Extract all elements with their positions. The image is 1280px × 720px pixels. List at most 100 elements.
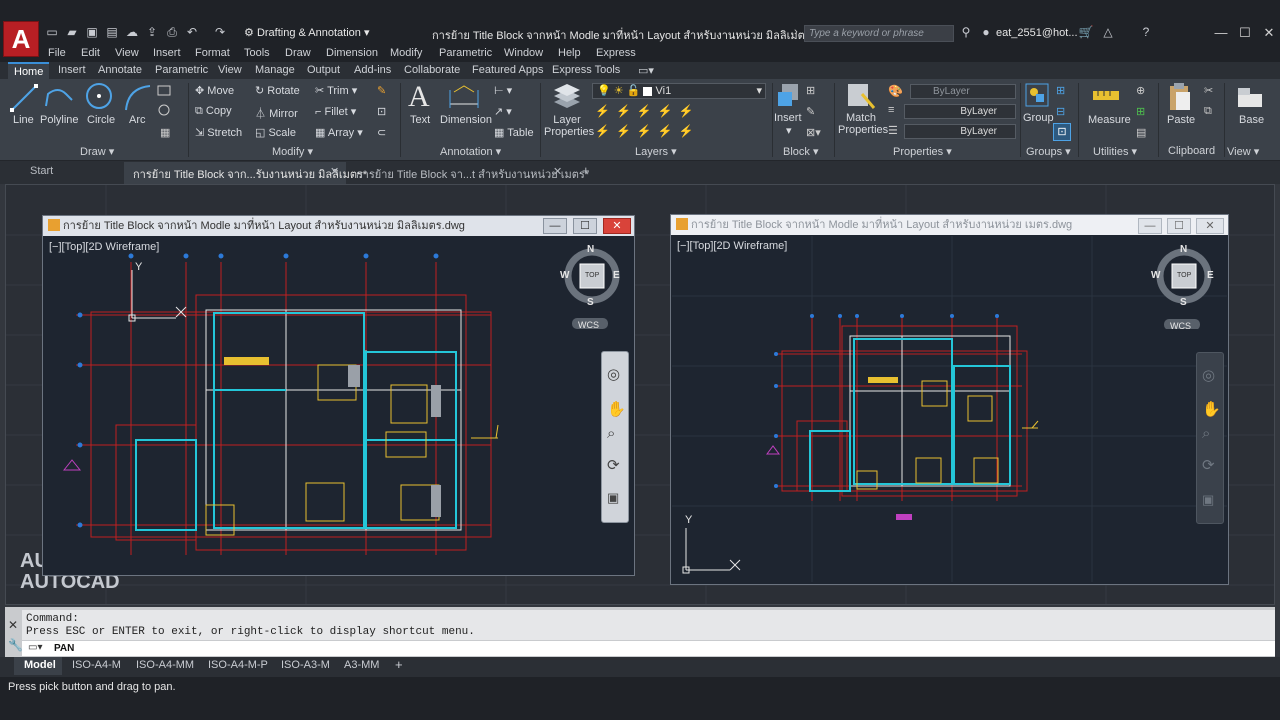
group-select-toggle[interactable]: ⊡ xyxy=(1053,123,1071,141)
linetype-dropdown[interactable]: ByLayer xyxy=(904,104,1016,119)
command-prompt-icon[interactable]: ▭▾ xyxy=(28,642,42,653)
mirror-button[interactable]: ⏃ Mirror xyxy=(255,105,298,121)
insert-button[interactable]: Insert xyxy=(774,112,802,124)
menu-tools[interactable]: Tools xyxy=(244,47,270,59)
select-all-icon[interactable]: ⊞ xyxy=(1136,105,1145,118)
binoculars-icon[interactable]: ⚲ xyxy=(958,25,974,40)
maximize-button[interactable]: ☐ xyxy=(1234,24,1256,42)
edit-block-icon[interactable]: ✎ xyxy=(806,105,815,118)
erase-icon[interactable]: ✎ xyxy=(377,84,386,97)
cut-icon[interactable]: ✂ xyxy=(1204,84,1213,97)
copy-clip-icon[interactable]: ⧉ xyxy=(1204,105,1212,118)
arc-button[interactable]: Arc xyxy=(129,114,146,126)
stretch-button[interactable]: ⇲ Stretch xyxy=(195,126,242,139)
tab-express-tools[interactable]: Express Tools xyxy=(552,64,620,76)
user-account[interactable]: eat_2551@hot... xyxy=(996,27,1078,39)
calculator-icon[interactable]: ▤ xyxy=(1136,126,1146,139)
fillet-button[interactable]: ⌐ Fillet ▾ xyxy=(315,105,356,118)
attribute-icon[interactable]: ⊠▾ xyxy=(806,126,821,139)
view-panel-title[interactable]: View ▾ xyxy=(1227,145,1259,158)
viewcube-west[interactable]: W xyxy=(1151,270,1160,281)
polyline-button[interactable]: Polyline xyxy=(40,114,79,126)
layer-dropdown[interactable]: 💡 ☀ 🔓 Vi1 ▾ xyxy=(592,83,766,99)
wcs-menu[interactable]: WCS xyxy=(578,320,599,330)
tab-add-ins[interactable]: Add-ins xyxy=(354,64,391,76)
command-input[interactable]: PAN xyxy=(22,641,1275,656)
viewcube[interactable] xyxy=(560,243,624,329)
menu-modify[interactable]: Modify xyxy=(390,47,422,59)
steering-wheel-icon[interactable]: ◎ xyxy=(607,365,620,383)
layer-tools-row1[interactable]: ⚡⚡⚡⚡⚡ xyxy=(595,104,700,118)
block-panel-title[interactable]: Block ▾ xyxy=(783,145,818,158)
tab-view[interactable]: View xyxy=(218,64,242,76)
a360-icon[interactable]: △ xyxy=(1100,25,1116,40)
tab-home[interactable]: Home xyxy=(8,62,50,80)
clipboard-panel-title[interactable]: Clipboard xyxy=(1168,145,1215,157)
undo-icon[interactable]: ↶ xyxy=(184,25,200,40)
close-icon[interactable]: ✕ xyxy=(330,165,339,178)
menu-format[interactable]: Format xyxy=(195,47,230,59)
cloud-icon[interactable]: ☁ xyxy=(124,25,140,40)
groups-panel-title[interactable]: Groups ▾ xyxy=(1026,145,1071,158)
annotation-panel-title[interactable]: Annotation ▾ xyxy=(440,145,501,158)
create-block-icon[interactable]: ⊞ xyxy=(806,84,815,97)
redo-icon[interactable]: ↷ xyxy=(212,25,228,40)
menu-dimension[interactable]: Dimension xyxy=(326,47,378,59)
tab-output[interactable]: Output xyxy=(307,64,340,76)
menu-window[interactable]: Window xyxy=(504,47,543,59)
menu-insert[interactable]: Insert xyxy=(153,47,181,59)
multileader-icon[interactable]: ↗ ▾ xyxy=(494,105,512,118)
save-as-icon[interactable]: ▤ xyxy=(104,25,120,40)
copy-button[interactable]: ⧉ Copy xyxy=(195,105,232,118)
lineweight-dropdown[interactable]: ByLayer xyxy=(904,124,1016,139)
trim-button[interactable]: ✂ Trim ▾ xyxy=(315,84,357,97)
circle-button[interactable]: Circle xyxy=(87,114,115,126)
minimize-button[interactable]: — xyxy=(1210,24,1232,42)
new-tab-button[interactable]: + xyxy=(582,163,590,178)
viewcube-west[interactable]: W xyxy=(560,270,569,281)
viewcube-top-face[interactable]: TOP xyxy=(585,272,599,279)
array-button[interactable]: ▦ Array ▾ xyxy=(315,126,363,139)
close-button[interactable]: ✕ xyxy=(1196,218,1224,234)
orbit-icon[interactable]: ⟳ xyxy=(1202,456,1215,474)
save-icon[interactable]: ▣ xyxy=(84,25,100,40)
cart-icon[interactable]: 🛒 xyxy=(1078,25,1094,40)
tab-collaborate[interactable]: Collaborate xyxy=(404,64,460,76)
tab-annotate[interactable]: Annotate xyxy=(98,64,142,76)
match-properties-button[interactable]: Match Properties xyxy=(838,112,888,136)
explode-icon[interactable]: ⊡ xyxy=(377,105,386,118)
modify-panel-title[interactable]: Modify ▾ xyxy=(272,145,313,158)
layer-tools-row2[interactable]: ⚡⚡⚡⚡⚡ xyxy=(595,124,700,138)
viewcube-south[interactable]: S xyxy=(1180,297,1187,308)
close-button[interactable]: ✕ xyxy=(1258,24,1280,42)
properties-panel-title[interactable]: Properties ▾ xyxy=(893,145,952,158)
pan-icon[interactable]: ✋ xyxy=(607,400,626,418)
steering-wheel-icon[interactable]: ◎ xyxy=(1202,366,1215,384)
viewcube-top-face[interactable]: TOP xyxy=(1177,272,1191,279)
table-button[interactable]: ▦ Table xyxy=(494,126,534,139)
application-menu-button[interactable]: A xyxy=(4,22,38,56)
tab-a3-mm[interactable]: A3-MM xyxy=(344,659,379,671)
color-dropdown[interactable]: ByLayer xyxy=(910,84,1016,99)
ungroup-icon[interactable]: ⊞ xyxy=(1056,84,1065,97)
menu-edit[interactable]: Edit xyxy=(81,47,100,59)
viewcube-east[interactable]: E xyxy=(1207,270,1214,281)
wcs-menu[interactable]: WCS xyxy=(1170,321,1191,331)
measure-button[interactable]: Measure xyxy=(1088,114,1131,126)
minimize-button[interactable]: — xyxy=(543,218,567,234)
viewcube-east[interactable]: E xyxy=(613,270,620,281)
ribbon-options-icon[interactable]: ▭▾ xyxy=(638,64,654,77)
menu-express[interactable]: Express xyxy=(596,47,636,59)
close-icon[interactable]: ✕ xyxy=(8,618,18,632)
group-button[interactable]: Group xyxy=(1023,112,1054,124)
tab-insert[interactable]: Insert xyxy=(58,64,86,76)
move-button[interactable]: ✥ Move xyxy=(195,84,234,97)
pan-icon[interactable]: ✋ xyxy=(1202,400,1221,418)
base-button[interactable]: Base xyxy=(1239,114,1264,126)
orbit-icon[interactable]: ⟳ xyxy=(607,456,620,474)
help-icon[interactable]: ? xyxy=(1138,25,1154,40)
tab-iso-a4-mm[interactable]: ISO-A4-MM xyxy=(136,659,194,671)
showmotion-icon[interactable]: ▣ xyxy=(607,490,619,506)
text-button[interactable]: Text xyxy=(410,114,430,126)
maximize-button[interactable]: ☐ xyxy=(1167,218,1191,234)
